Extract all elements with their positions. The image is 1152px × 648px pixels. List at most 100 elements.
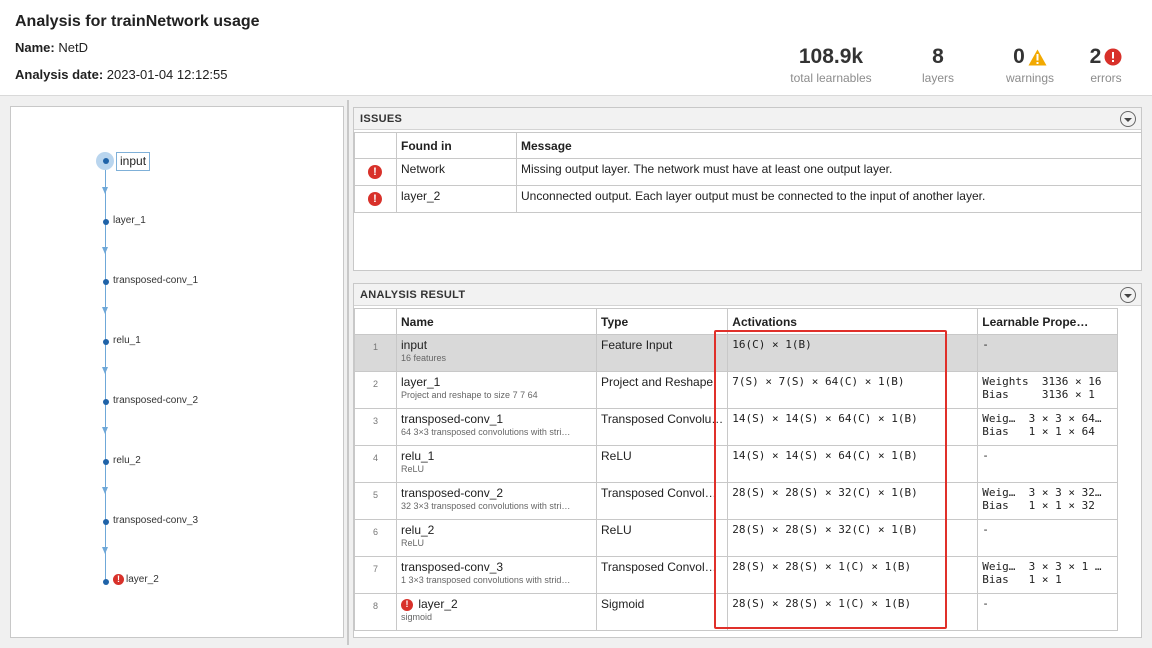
layer-learnables: Weig… 3 × 3 × 64… Bias 1 × 1 × 64 [977,408,1119,446]
graph-node-relu_2[interactable] [103,459,109,465]
row-index: 8 [354,593,397,631]
name-value: NetD [58,40,88,55]
table-row[interactable]: 4 relu_1 ReLU ReLU 14(S) × 14(S) × 64(C)… [354,445,1119,483]
table-row[interactable]: 2 layer_1 Project and reshape to size 7 … [354,371,1119,409]
graph-node-label[interactable]: transposed-conv_1 [113,275,198,286]
layer-description: 16 features [401,353,447,363]
layer-type: Feature Input [595,334,729,372]
column-header-icon[interactable] [354,132,397,159]
layer-learnables: - [977,593,1119,631]
layers-count: 8 [932,45,944,68]
column-header-activations[interactable]: Activations [727,308,979,335]
table-row[interactable]: 3 transposed-conv_1 64 3×3 transposed co… [354,408,1119,446]
column-header-index[interactable] [354,308,397,335]
panel-splitter[interactable] [347,100,349,645]
graph-node-transposed-conv_1[interactable] [103,279,109,285]
issue-icon-cell: ! [354,158,397,186]
layer-description: 1 3×3 transposed convolutions with strid… [401,575,571,585]
row-index: 4 [354,445,397,483]
graph-node-transposed-conv_3[interactable] [103,519,109,525]
layer-learnables: - [977,519,1119,557]
layer-activations: 7(S) × 7(S) × 64(C) × 1(B) [727,371,979,409]
graph-node-label[interactable]: transposed-conv_2 [113,395,198,406]
warning-icon [1028,49,1047,65]
issue-message: Unconnected output. Each layer output mu… [516,185,1142,213]
layer-activations: 28(S) × 28(S) × 1(C) × 1(B) [727,556,979,594]
graph-arrow [102,427,108,434]
analysis-result-header: ANALYSIS RESULT [354,284,1141,306]
layer-type: Sigmoid [595,593,729,631]
column-header-found-in[interactable]: Found in [396,132,517,159]
issue-message: Missing output layer. The network must h… [516,158,1142,186]
stat-warnings: 0 warnings [1002,44,1058,85]
column-header-learnables[interactable]: Learnable Prope… [977,308,1119,335]
graph-node-label-input[interactable]: input [116,152,151,171]
stat-layers: 8 layers [913,44,963,85]
table-row[interactable]: 6 relu_2 ReLU ReLU 28(S) × 28(S) × 32(C)… [354,519,1119,557]
learnable-line: Weights 3136 × 16 [982,375,1102,388]
date-value: 2023-01-04 12:12:55 [106,67,228,82]
layer-name-cell: transposed-conv_1 64 3×3 transposed conv… [396,408,597,446]
graph-node-label[interactable]: transposed-conv_3 [113,515,198,526]
learnable-line: - [982,597,989,610]
learnables-count: 108.9k [798,45,864,68]
graph-node-label[interactable]: layer_1 [113,215,146,226]
learnable-line: Weig… 3 × 3 × 64… [982,412,1102,425]
layer-description: 32 3×3 transposed convolutions with stri… [401,501,571,511]
graph-arrow [102,367,108,374]
layer-description: 64 3×3 transposed convolutions with stri… [401,427,571,437]
collapse-analysis-button[interactable] [1120,287,1136,303]
layer-description: Project and reshape to size 7 7 64 [401,390,538,400]
graph-node-label[interactable]: relu_1 [113,335,141,346]
network-graph[interactable]: input layer_1 transposed-conv_1 relu_1 t… [10,106,344,638]
graph-node-input[interactable] [103,158,109,164]
graph-node-layer_2[interactable] [103,579,109,585]
table-row[interactable]: 7 transposed-conv_3 1 3×3 transposed con… [354,556,1119,594]
analysis-date: Analysis date: 2023-01-04 12:12:55 [15,67,228,82]
table-row[interactable]: 1 input 16 features Feature Input 16(C) … [354,334,1119,372]
layer-learnables: Weig… 3 × 3 × 1 … Bias 1 × 1 [977,556,1119,594]
error-icon: ! [113,574,124,585]
warnings-label: warnings [1005,71,1055,85]
learnable-line: Bias 1 × 1 × 64 [982,425,1095,438]
table-row[interactable]: ! Network Missing output layer. The netw… [354,158,1142,186]
analysis-result-title: ANALYSIS RESULT [360,289,466,301]
graph-arrow [102,307,108,314]
learnable-line: - [982,523,989,536]
row-index: 1 [354,334,397,372]
graph-node-transposed-conv_2[interactable] [103,399,109,405]
learnable-line: Bias 3136 × 1 [982,388,1095,401]
collapse-issues-button[interactable] [1120,111,1136,127]
table-row[interactable]: 8 ! layer_2 sigmoid Sigmoid 28(S) × 28(S… [354,593,1119,631]
graph-node-label-layer_2[interactable]: ! layer_2 [113,574,159,585]
table-row[interactable]: 5 transposed-conv_2 32 3×3 transposed co… [354,482,1119,520]
column-header-name[interactable]: Name [396,308,597,335]
graph-arrow [102,247,108,254]
graph-arrow [102,187,108,194]
issues-header-row: Found in Message [354,132,1142,159]
layer-type: Project and Reshape [595,371,729,409]
table-row[interactable]: ! layer_2 Unconnected output. Each layer… [354,185,1142,213]
learnable-line: Weig… 3 × 3 × 1 … [982,560,1102,573]
learnable-line: - [982,449,989,462]
layer-name-cell: transposed-conv_2 32 3×3 transposed conv… [396,482,597,520]
graph-node-relu_1[interactable] [103,339,109,345]
layer-description: ReLU [401,538,425,548]
column-header-type[interactable]: Type [595,308,729,335]
graph-node-layer_1[interactable] [103,219,109,225]
layer-type: Transposed Convolu… [595,408,729,446]
layer-name: transposed-conv_3 [401,560,504,574]
issue-found-in: layer_2 [396,185,517,213]
column-header-message[interactable]: Message [516,132,1142,159]
learnable-line: Bias 1 × 1 [982,573,1062,586]
error-icon: ! [401,598,413,611]
graph-node-label[interactable]: relu_2 [113,455,141,466]
layer-name: transposed-conv_2 [401,486,504,500]
analysis-header-row: Name Type Activations Learnable Prope… [354,308,1119,335]
layer-name-cell: input 16 features [396,334,597,372]
layer-learnables: Weig… 3 × 3 × 32… Bias 1 × 1 × 32 [977,482,1119,520]
layer-name-cell: layer_1 Project and reshape to size 7 7 … [396,371,597,409]
issues-header: ISSUES [354,108,1141,130]
learnable-line: Weig… 3 × 3 × 32… [982,486,1102,499]
errors-count: 2 [1082,44,1130,70]
